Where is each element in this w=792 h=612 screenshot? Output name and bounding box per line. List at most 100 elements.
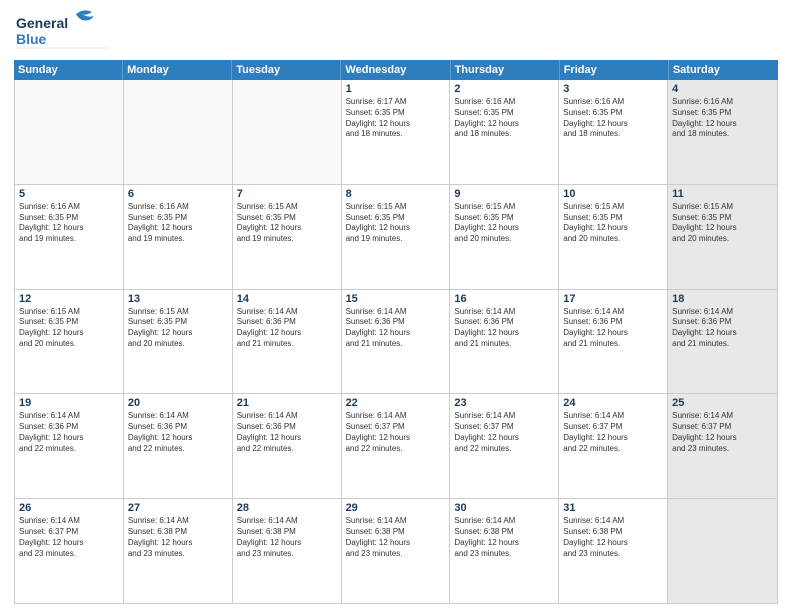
day-info: Sunrise: 6:17 AM Sunset: 6:35 PM Dayligh… [346,97,446,140]
day-number: 16 [454,293,554,305]
cal-cell: 1 Sunrise: 6:17 AM Sunset: 6:35 PM Daylig… [342,80,451,184]
day-info: Sunrise: 6:14 AM Sunset: 6:38 PM Dayligh… [346,516,446,559]
cal-cell: 29 Sunrise: 6:14 AM Sunset: 6:38 PM Dayli… [342,499,451,603]
cal-cell: 19 Sunrise: 6:14 AM Sunset: 6:36 PM Dayli… [15,394,124,498]
day-number: 12 [19,293,119,305]
day-info: Sunrise: 6:16 AM Sunset: 6:35 PM Dayligh… [128,202,228,245]
day-number: 18 [672,293,773,305]
day-number: 13 [128,293,228,305]
day-info: Sunrise: 6:14 AM Sunset: 6:37 PM Dayligh… [563,411,663,454]
day-number: 22 [346,397,446,409]
cal-cell: 25 Sunrise: 6:14 AM Sunset: 6:37 PM Dayli… [668,394,777,498]
cal-cell: 16 Sunrise: 6:14 AM Sunset: 6:36 PM Dayli… [450,290,559,394]
day-info: Sunrise: 6:14 AM Sunset: 6:36 PM Dayligh… [346,307,446,350]
cal-cell [124,80,233,184]
day-header-sunday: Sunday [14,60,123,80]
day-info: Sunrise: 6:15 AM Sunset: 6:35 PM Dayligh… [237,202,337,245]
day-number: 11 [672,188,773,200]
day-number: 20 [128,397,228,409]
cal-cell: 6 Sunrise: 6:16 AM Sunset: 6:35 PM Daylig… [124,185,233,289]
day-number: 24 [563,397,663,409]
cal-cell: 31 Sunrise: 6:14 AM Sunset: 6:38 PM Dayli… [559,499,668,603]
cal-cell: 23Sunrise: 6:14 AM Sunset: 6:37 PM Dayli… [450,394,559,498]
day-info: Sunrise: 6:14 AM Sunset: 6:36 PM Dayligh… [19,411,119,454]
day-number: 15 [346,293,446,305]
day-info: Sunrise: 6:14 AM Sunset: 6:36 PM Dayligh… [563,307,663,350]
day-info: Sunrise: 6:15 AM Sunset: 6:35 PM Dayligh… [19,307,119,350]
cal-cell: 22 Sunrise: 6:14 AM Sunset: 6:37 PM Dayli… [342,394,451,498]
day-number: 26 [19,502,119,514]
page-container: General Blue SundayMondayTuesdayWednesda… [0,0,792,612]
day-number: 31 [563,502,663,514]
day-header-tuesday: Tuesday [232,60,341,80]
cal-cell: 18Sunrise: 6:14 AM Sunset: 6:36 PM Dayli… [668,290,777,394]
day-info: Sunrise: 6:16 AM Sunset: 6:35 PM Dayligh… [454,97,554,140]
cal-cell: 21Sunrise: 6:14 AM Sunset: 6:36 PM Dayli… [233,394,342,498]
day-header-friday: Friday [560,60,669,80]
day-number: 19 [19,397,119,409]
cal-cell: 30Sunrise: 6:14 AM Sunset: 6:38 PM Dayli… [450,499,559,603]
cal-cell: 9Sunrise: 6:15 AM Sunset: 6:35 PM Daylig… [450,185,559,289]
day-info: Sunrise: 6:14 AM Sunset: 6:38 PM Dayligh… [563,516,663,559]
week-row-1: 1 Sunrise: 6:17 AM Sunset: 6:35 PM Daylig… [15,80,777,185]
day-number: 6 [128,188,228,200]
day-number: 1 [346,83,446,95]
cal-cell: 2 Sunrise: 6:16 AM Sunset: 6:35 PM Daylig… [450,80,559,184]
day-number: 25 [672,397,773,409]
week-row-2: 5 Sunrise: 6:16 AM Sunset: 6:35 PM Daylig… [15,185,777,290]
cal-cell: 20 Sunrise: 6:14 AM Sunset: 6:36 PM Dayli… [124,394,233,498]
day-number: 4 [672,83,773,95]
day-info: Sunrise: 6:15 AM Sunset: 6:35 PM Dayligh… [346,202,446,245]
day-info: Sunrise: 6:14 AM Sunset: 6:36 PM Dayligh… [237,307,337,350]
week-row-4: 19 Sunrise: 6:14 AM Sunset: 6:36 PM Dayli… [15,394,777,499]
day-info: Sunrise: 6:15 AM Sunset: 6:35 PM Dayligh… [128,307,228,350]
week-row-3: 12 Sunrise: 6:15 AM Sunset: 6:35 PM Dayli… [15,290,777,395]
day-number: 28 [237,502,337,514]
day-header-saturday: Saturday [669,60,778,80]
cal-cell: 27 Sunrise: 6:14 AM Sunset: 6:38 PM Dayli… [124,499,233,603]
day-number: 29 [346,502,446,514]
day-number: 8 [346,188,446,200]
cal-cell: 15 Sunrise: 6:14 AM Sunset: 6:36 PM Dayli… [342,290,451,394]
cal-cell: 11 Sunrise: 6:15 AM Sunset: 6:35 PM Dayli… [668,185,777,289]
day-info: Sunrise: 6:14 AM Sunset: 6:38 PM Dayligh… [128,516,228,559]
day-number: 27 [128,502,228,514]
cal-cell: 3Sunrise: 6:16 AM Sunset: 6:35 PM Daylig… [559,80,668,184]
header: General Blue [14,10,778,54]
day-info: Sunrise: 6:14 AM Sunset: 6:37 PM Dayligh… [672,411,773,454]
cal-cell: 13 Sunrise: 6:15 AM Sunset: 6:35 PM Dayli… [124,290,233,394]
svg-text:General: General [16,15,68,31]
cal-cell: 5Sunrise: 6:16 AM Sunset: 6:35 PM Daylig… [15,185,124,289]
day-info: Sunrise: 6:14 AM Sunset: 6:38 PM Dayligh… [237,516,337,559]
day-info: Sunrise: 6:14 AM Sunset: 6:38 PM Dayligh… [454,516,554,559]
day-number: 7 [237,188,337,200]
cal-cell [668,499,777,603]
day-number: 17 [563,293,663,305]
day-header-thursday: Thursday [451,60,560,80]
day-info: Sunrise: 6:14 AM Sunset: 6:36 PM Dayligh… [237,411,337,454]
cal-cell: 26Sunrise: 6:14 AM Sunset: 6:37 PM Dayli… [15,499,124,603]
day-number: 2 [454,83,554,95]
day-info: Sunrise: 6:14 AM Sunset: 6:36 PM Dayligh… [128,411,228,454]
calendar-header: SundayMondayTuesdayWednesdayThursdayFrid… [14,60,778,80]
day-info: Sunrise: 6:14 AM Sunset: 6:36 PM Dayligh… [454,307,554,350]
day-number: 10 [563,188,663,200]
cal-cell: 4 Sunrise: 6:16 AM Sunset: 6:35 PM Daylig… [668,80,777,184]
day-number: 5 [19,188,119,200]
day-info: Sunrise: 6:15 AM Sunset: 6:35 PM Dayligh… [672,202,773,245]
cal-cell: 17 Sunrise: 6:14 AM Sunset: 6:36 PM Dayli… [559,290,668,394]
day-info: Sunrise: 6:16 AM Sunset: 6:35 PM Dayligh… [563,97,663,140]
logo-svg: General Blue [14,10,114,54]
cal-cell: 28 Sunrise: 6:14 AM Sunset: 6:38 PM Dayli… [233,499,342,603]
day-header-wednesday: Wednesday [341,60,450,80]
logo: General Blue [14,10,114,54]
svg-text:Blue: Blue [16,31,47,47]
day-info: Sunrise: 6:16 AM Sunset: 6:35 PM Dayligh… [672,97,773,140]
day-info: Sunrise: 6:15 AM Sunset: 6:35 PM Dayligh… [563,202,663,245]
cal-cell: 24 Sunrise: 6:14 AM Sunset: 6:37 PM Dayli… [559,394,668,498]
cal-cell: 7 Sunrise: 6:15 AM Sunset: 6:35 PM Daylig… [233,185,342,289]
day-info: Sunrise: 6:14 AM Sunset: 6:37 PM Dayligh… [454,411,554,454]
day-number: 14 [237,293,337,305]
week-row-5: 26Sunrise: 6:14 AM Sunset: 6:37 PM Dayli… [15,499,777,603]
day-info: Sunrise: 6:14 AM Sunset: 6:37 PM Dayligh… [346,411,446,454]
